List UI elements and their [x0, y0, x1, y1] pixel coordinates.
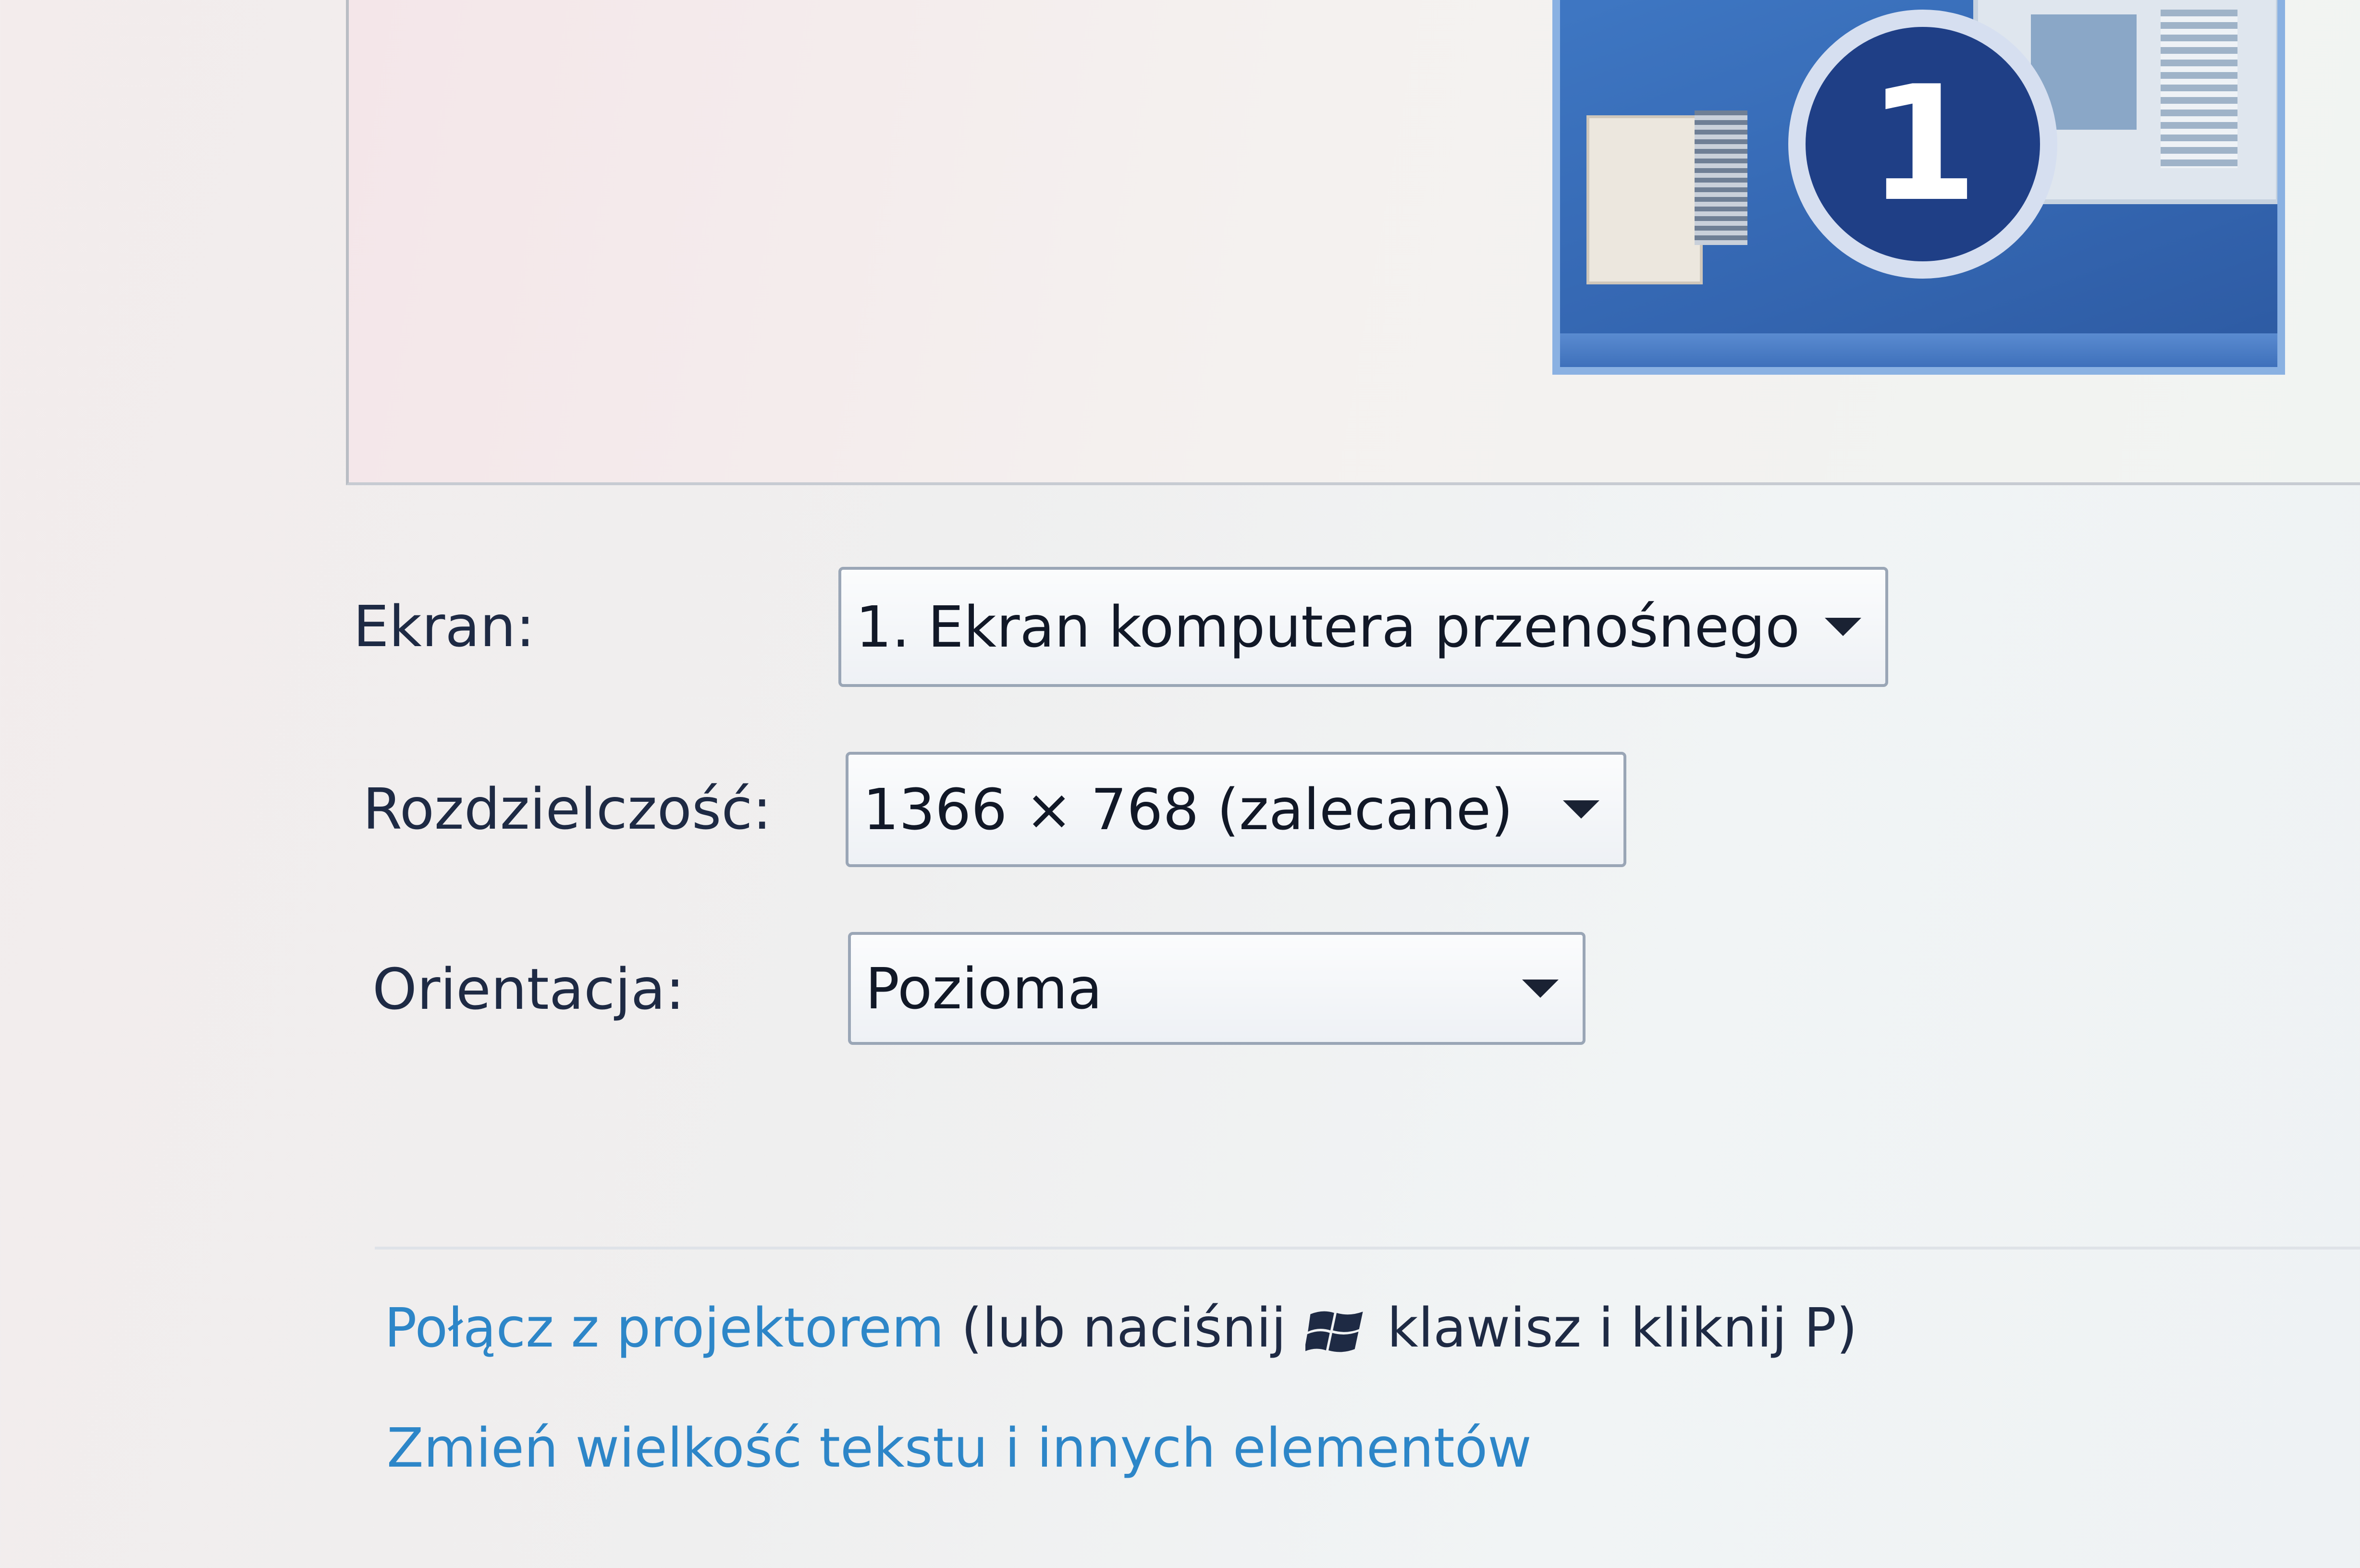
- section-divider: [375, 1247, 2360, 1250]
- monitor-1-preview[interactable]: 1: [1552, 0, 2285, 375]
- resolution-dropdown-value: 1366 × 768 (zalecane): [863, 776, 1513, 843]
- preview-window-right-list: [2161, 10, 2237, 168]
- display-number: 1: [1868, 52, 1978, 236]
- projector-note-after: klawisz i kliknij P): [1387, 1297, 1857, 1360]
- orientation-dropdown[interactable]: Pozioma: [848, 932, 1586, 1045]
- screen-dropdown-value: 1. Ekran komputera przenośnego: [856, 594, 1800, 660]
- preview-taskbar: [1560, 333, 2277, 367]
- preview-window-left: [1586, 115, 1703, 284]
- projector-note-before: (lub naciśnij: [961, 1297, 1286, 1360]
- resolution-dropdown[interactable]: 1366 × 768 (zalecane): [846, 752, 1626, 867]
- change-text-size-link[interactable]: Zmień wielkość tekstu i innych elementów: [387, 1417, 1532, 1480]
- screen-dropdown[interactable]: 1. Ekran komputera przenośnego: [838, 567, 1888, 687]
- resolution-label: Rozdzielczość:: [363, 776, 772, 842]
- chevron-down-icon: [1522, 979, 1559, 998]
- chevron-down-icon: [1825, 618, 1861, 636]
- windows-key-icon: [1304, 1300, 1368, 1363]
- projector-row: Połącz z projektorem (lub naciśnij klawi…: [384, 1297, 1857, 1363]
- orientation-dropdown-value: Pozioma: [865, 955, 1103, 1022]
- chevron-down-icon: [1563, 800, 1599, 819]
- preview-window-left-bar: [1695, 110, 1747, 245]
- orientation-label: Orientacja:: [372, 956, 685, 1022]
- screen-label: Ekran:: [353, 593, 535, 660]
- display-preview-panel: 1: [346, 0, 2360, 485]
- connect-projector-link[interactable]: Połącz z projektorem: [384, 1297, 944, 1360]
- display-number-badge: 1: [1788, 10, 2057, 279]
